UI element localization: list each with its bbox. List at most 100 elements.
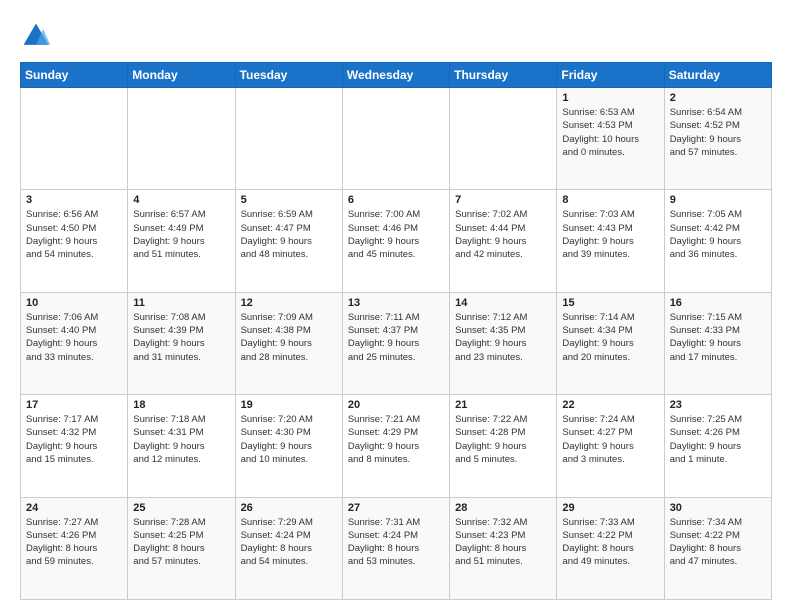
- calendar-cell: 18 Sunrise: 7:18 AMSunset: 4:31 PMDayligh…: [128, 395, 235, 497]
- day-info: Sunrise: 7:06 AMSunset: 4:40 PMDaylight:…: [26, 311, 122, 364]
- day-info: Sunrise: 6:53 AMSunset: 4:53 PMDaylight:…: [562, 106, 658, 159]
- day-info: Sunrise: 7:24 AMSunset: 4:27 PMDaylight:…: [562, 413, 658, 466]
- day-info: Sunrise: 7:27 AMSunset: 4:26 PMDaylight:…: [26, 516, 122, 569]
- day-info: Sunrise: 7:18 AMSunset: 4:31 PMDaylight:…: [133, 413, 229, 466]
- day-info: Sunrise: 6:54 AMSunset: 4:52 PMDaylight:…: [670, 106, 766, 159]
- calendar-cell: [21, 88, 128, 190]
- calendar-cell: 10 Sunrise: 7:06 AMSunset: 4:40 PMDayligh…: [21, 292, 128, 394]
- calendar-cell: 6 Sunrise: 7:00 AMSunset: 4:46 PMDaylight…: [342, 190, 449, 292]
- day-info: Sunrise: 7:22 AMSunset: 4:28 PMDaylight:…: [455, 413, 551, 466]
- day-number: 22: [562, 399, 658, 411]
- day-number: 21: [455, 399, 551, 411]
- calendar-day-header: Friday: [557, 63, 664, 88]
- calendar-day-header: Thursday: [450, 63, 557, 88]
- calendar-cell: 2 Sunrise: 6:54 AMSunset: 4:52 PMDaylight…: [664, 88, 771, 190]
- calendar-header-row: SundayMondayTuesdayWednesdayThursdayFrid…: [21, 63, 772, 88]
- calendar-cell: [128, 88, 235, 190]
- calendar-cell: 19Sunrise: 7:20 AMSunset: 4:30 PMDayligh…: [235, 395, 342, 497]
- calendar-cell: [450, 88, 557, 190]
- calendar-cell: 26 Sunrise: 7:29 AMSunset: 4:24 PMDayligh…: [235, 497, 342, 599]
- calendar-cell: [342, 88, 449, 190]
- day-info: Sunrise: 7:00 AMSunset: 4:46 PMDaylight:…: [348, 208, 444, 261]
- day-info: Sunrise: 6:59 AMSunset: 4:47 PMDaylight:…: [241, 208, 337, 261]
- day-info: Sunrise: 7:11 AMSunset: 4:37 PMDaylight:…: [348, 311, 444, 364]
- day-info: Sunrise: 7:17 AMSunset: 4:32 PMDaylight:…: [26, 413, 122, 466]
- day-number: 26: [241, 502, 337, 514]
- calendar-cell: 28 Sunrise: 7:32 AMSunset: 4:23 PMDayligh…: [450, 497, 557, 599]
- day-number: 10: [26, 297, 122, 309]
- day-number: 6: [348, 194, 444, 206]
- day-info: Sunrise: 7:32 AMSunset: 4:23 PMDaylight:…: [455, 516, 551, 569]
- day-info: Sunrise: 7:34 AMSunset: 4:22 PMDaylight:…: [670, 516, 766, 569]
- calendar-cell: 25 Sunrise: 7:28 AMSunset: 4:25 PMDayligh…: [128, 497, 235, 599]
- calendar-cell: 23 Sunrise: 7:25 AMSunset: 4:26 PMDayligh…: [664, 395, 771, 497]
- calendar-cell: 1Sunrise: 6:53 AMSunset: 4:53 PMDaylight…: [557, 88, 664, 190]
- calendar-week-row: 10 Sunrise: 7:06 AMSunset: 4:40 PMDayligh…: [21, 292, 772, 394]
- calendar-cell: 22 Sunrise: 7:24 AMSunset: 4:27 PMDayligh…: [557, 395, 664, 497]
- day-number: 8: [562, 194, 658, 206]
- day-info: Sunrise: 7:25 AMSunset: 4:26 PMDaylight:…: [670, 413, 766, 466]
- day-number: 18: [133, 399, 229, 411]
- calendar-cell: 27 Sunrise: 7:31 AMSunset: 4:24 PMDayligh…: [342, 497, 449, 599]
- day-info: Sunrise: 7:09 AMSunset: 4:38 PMDaylight:…: [241, 311, 337, 364]
- day-info: Sunrise: 7:12 AMSunset: 4:35 PMDaylight:…: [455, 311, 551, 364]
- day-info: Sunrise: 7:02 AMSunset: 4:44 PMDaylight:…: [455, 208, 551, 261]
- day-number: 2: [670, 92, 766, 104]
- day-number: 12: [241, 297, 337, 309]
- day-info: Sunrise: 7:05 AMSunset: 4:42 PMDaylight:…: [670, 208, 766, 261]
- day-number: 9: [670, 194, 766, 206]
- calendar-cell: 16Sunrise: 7:15 AMSunset: 4:33 PMDayligh…: [664, 292, 771, 394]
- day-number: 30: [670, 502, 766, 514]
- day-number: 29: [562, 502, 658, 514]
- calendar-cell: 15 Sunrise: 7:14 AMSunset: 4:34 PMDayligh…: [557, 292, 664, 394]
- calendar-cell: 24 Sunrise: 7:27 AMSunset: 4:26 PMDayligh…: [21, 497, 128, 599]
- page: SundayMondayTuesdayWednesdayThursdayFrid…: [0, 0, 792, 612]
- calendar-day-header: Wednesday: [342, 63, 449, 88]
- calendar-cell: 4Sunrise: 6:57 AMSunset: 4:49 PMDaylight…: [128, 190, 235, 292]
- calendar-cell: 17 Sunrise: 7:17 AMSunset: 4:32 PMDayligh…: [21, 395, 128, 497]
- calendar-cell: [235, 88, 342, 190]
- calendar-cell: 20 Sunrise: 7:21 AMSunset: 4:29 PMDayligh…: [342, 395, 449, 497]
- day-number: 25: [133, 502, 229, 514]
- logo: [20, 20, 56, 52]
- day-number: 27: [348, 502, 444, 514]
- calendar-day-header: Saturday: [664, 63, 771, 88]
- calendar-table: SundayMondayTuesdayWednesdayThursdayFrid…: [20, 62, 772, 600]
- calendar-day-header: Sunday: [21, 63, 128, 88]
- calendar-cell: 8 Sunrise: 7:03 AMSunset: 4:43 PMDaylight…: [557, 190, 664, 292]
- calendar-cell: 9 Sunrise: 7:05 AMSunset: 4:42 PMDaylight…: [664, 190, 771, 292]
- day-info: Sunrise: 7:14 AMSunset: 4:34 PMDaylight:…: [562, 311, 658, 364]
- day-number: 17: [26, 399, 122, 411]
- day-info: Sunrise: 7:33 AMSunset: 4:22 PMDaylight:…: [562, 516, 658, 569]
- calendar-cell: 13 Sunrise: 7:11 AMSunset: 4:37 PMDayligh…: [342, 292, 449, 394]
- calendar-cell: 5 Sunrise: 6:59 AMSunset: 4:47 PMDaylight…: [235, 190, 342, 292]
- day-info: Sunrise: 7:08 AMSunset: 4:39 PMDaylight:…: [133, 311, 229, 364]
- day-number: 15: [562, 297, 658, 309]
- day-number: 5: [241, 194, 337, 206]
- day-number: 28: [455, 502, 551, 514]
- day-number: 24: [26, 502, 122, 514]
- calendar-week-row: 17 Sunrise: 7:17 AMSunset: 4:32 PMDayligh…: [21, 395, 772, 497]
- day-info: Sunrise: 7:31 AMSunset: 4:24 PMDaylight:…: [348, 516, 444, 569]
- calendar-day-header: Tuesday: [235, 63, 342, 88]
- day-number: 23: [670, 399, 766, 411]
- day-number: 11: [133, 297, 229, 309]
- day-info: Sunrise: 7:29 AMSunset: 4:24 PMDaylight:…: [241, 516, 337, 569]
- day-info: Sunrise: 7:03 AMSunset: 4:43 PMDaylight:…: [562, 208, 658, 261]
- day-info: Sunrise: 7:20 AMSunset: 4:30 PMDaylight:…: [241, 413, 337, 466]
- day-number: 13: [348, 297, 444, 309]
- calendar-cell: 14 Sunrise: 7:12 AMSunset: 4:35 PMDayligh…: [450, 292, 557, 394]
- day-info: Sunrise: 7:15 AMSunset: 4:33 PMDaylight:…: [670, 311, 766, 364]
- day-number: 14: [455, 297, 551, 309]
- calendar-cell: 11 Sunrise: 7:08 AMSunset: 4:39 PMDayligh…: [128, 292, 235, 394]
- day-info: Sunrise: 7:21 AMSunset: 4:29 PMDaylight:…: [348, 413, 444, 466]
- calendar-week-row: 24 Sunrise: 7:27 AMSunset: 4:26 PMDayligh…: [21, 497, 772, 599]
- day-number: 7: [455, 194, 551, 206]
- day-number: 3: [26, 194, 122, 206]
- day-info: Sunrise: 6:57 AMSunset: 4:49 PMDaylight:…: [133, 208, 229, 261]
- day-number: 20: [348, 399, 444, 411]
- calendar-cell: 29 Sunrise: 7:33 AMSunset: 4:22 PMDayligh…: [557, 497, 664, 599]
- calendar-cell: 7 Sunrise: 7:02 AMSunset: 4:44 PMDaylight…: [450, 190, 557, 292]
- day-info: Sunrise: 7:28 AMSunset: 4:25 PMDaylight:…: [133, 516, 229, 569]
- calendar-day-header: Monday: [128, 63, 235, 88]
